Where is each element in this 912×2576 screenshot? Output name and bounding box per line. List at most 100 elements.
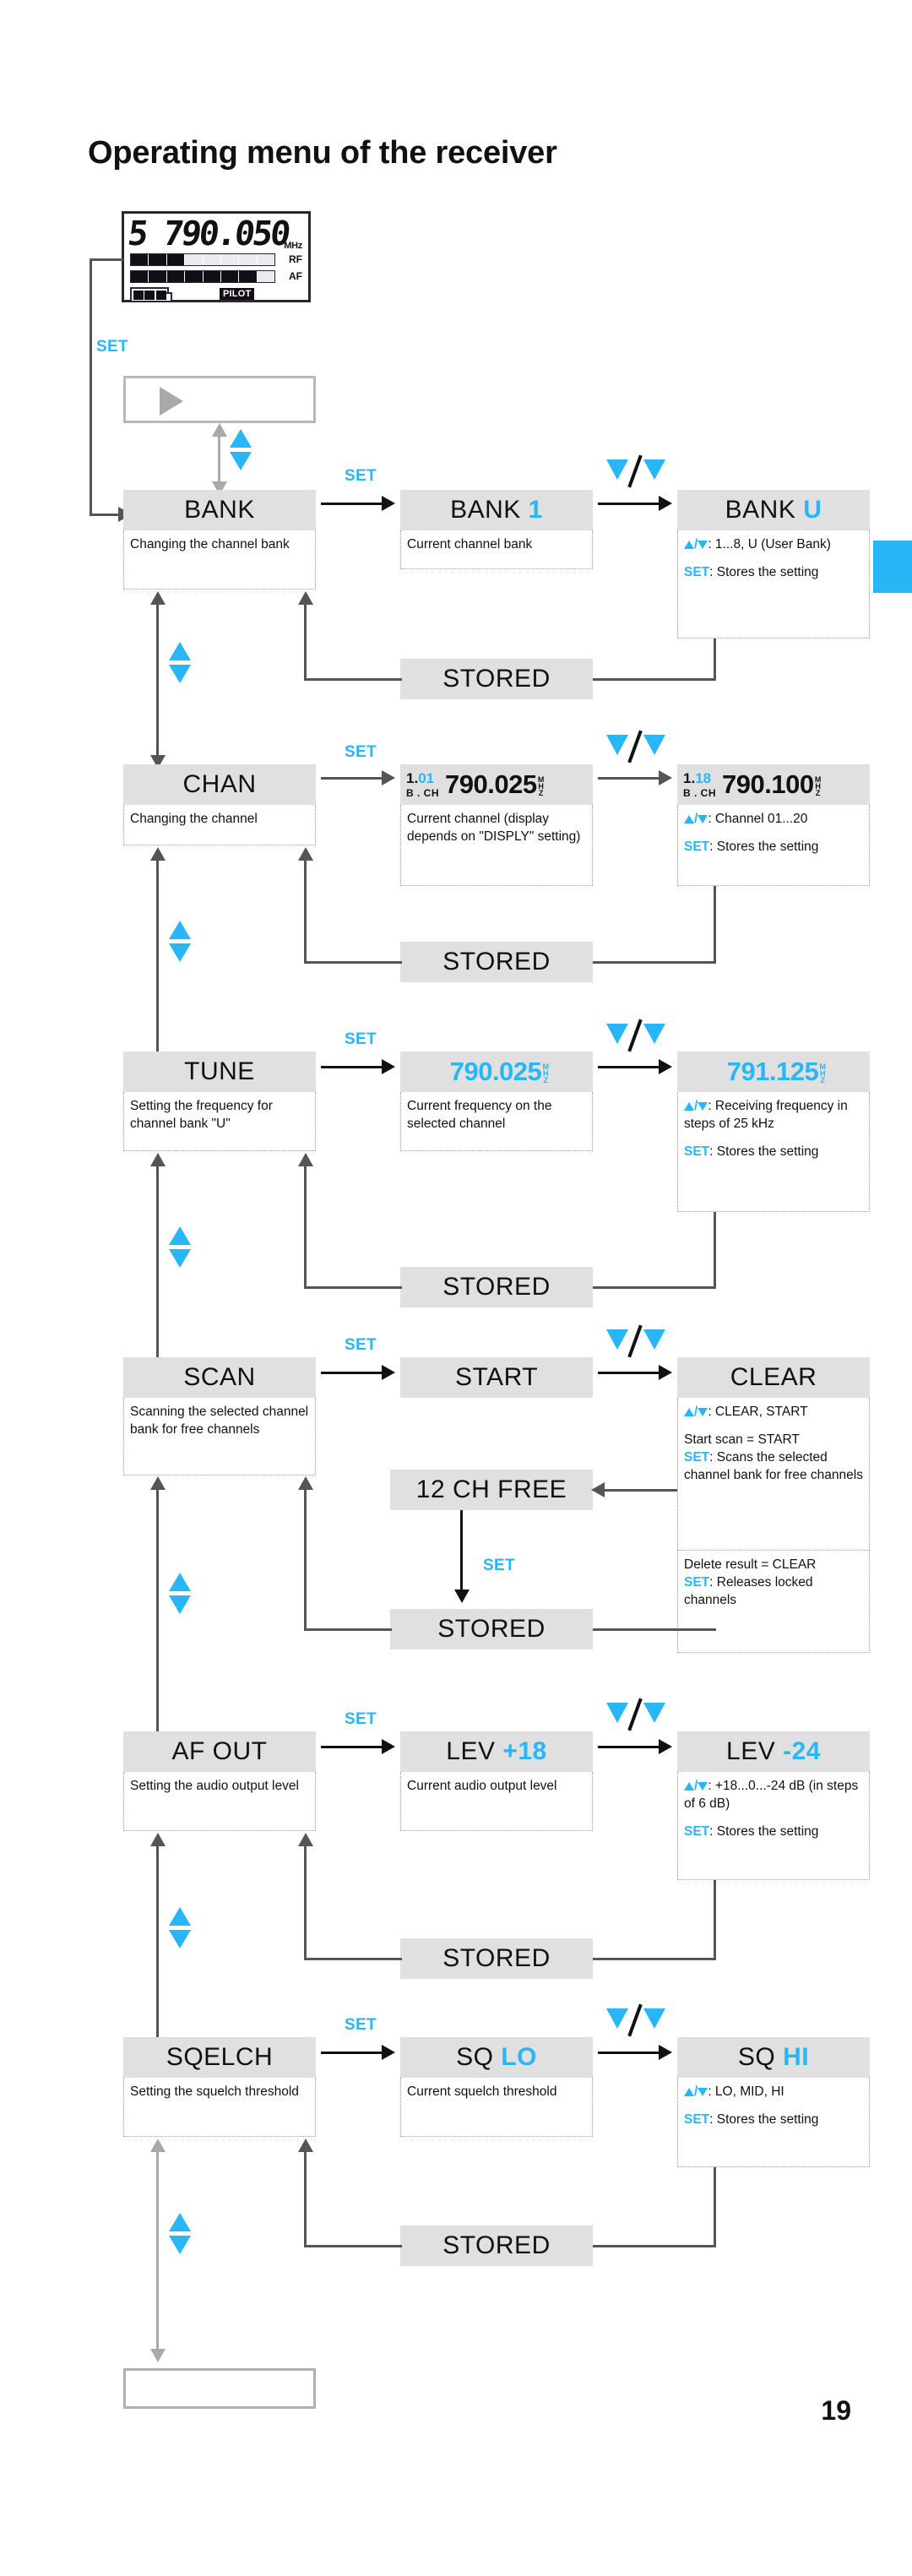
state-bank-stored[interactable]: STORED xyxy=(400,659,593,699)
tune-current-unit: MHZ xyxy=(541,1062,551,1083)
state-scan-stored[interactable]: STORED xyxy=(390,1609,593,1649)
state-afout-edit[interactable]: LEV -24 xyxy=(677,1731,870,1772)
state-chan[interactable]: CHAN xyxy=(123,764,316,805)
standby-display-box xyxy=(123,376,316,423)
nav-updown-keys-scan-afout xyxy=(169,1573,191,1614)
arrow-afoutcurrent-to-edit xyxy=(598,1746,662,1748)
triangle-down-icon xyxy=(698,815,708,823)
updown-slash-icon-scan xyxy=(606,1324,667,1358)
page-number: 19 xyxy=(821,2395,851,2426)
nav-arrow-up-sqelch xyxy=(150,2139,166,2152)
stored-bank-left-arrowhead xyxy=(298,591,313,605)
state-tune-edit[interactable]: 791.125 MHZ xyxy=(677,1052,870,1092)
desc-scan-clear-lower: Delete result = CLEAR SET: Releases locke… xyxy=(677,1550,870,1653)
desc-chan-current: Current channel (display depends on "DIS… xyxy=(400,805,593,886)
state-sqelch-stored[interactable]: STORED xyxy=(400,2225,593,2266)
chan-current-frequency: 790.025 xyxy=(445,769,537,799)
triangle-up-icon xyxy=(684,2088,694,2096)
page-title: Operating menu of the receiver xyxy=(88,135,557,171)
chan-current-unit: MHZ xyxy=(536,775,546,796)
af-bar-track xyxy=(130,270,275,283)
stored-tune-left-riser xyxy=(304,1163,307,1288)
stored-sqelch-left-riser xyxy=(304,2149,307,2247)
triangle-down-icon xyxy=(698,1782,708,1791)
afout-edit-set: SET: Stores the setting xyxy=(684,1824,819,1839)
triangle-up-icon xyxy=(684,1408,694,1416)
state-bank[interactable]: BANK xyxy=(123,490,316,530)
state-afout[interactable]: AF OUT xyxy=(123,1731,316,1772)
state-bank-edit[interactable]: BANK U xyxy=(677,490,870,530)
lcd-unit-mhz: MHz xyxy=(284,241,302,251)
nav-line-afout-sqelch xyxy=(156,1843,159,2050)
stored-sqelch-left-arrowhead xyxy=(298,2139,313,2152)
arrow-sqelchcurrent-to-edit xyxy=(598,2052,662,2054)
nav-line-chan-tune xyxy=(156,857,159,1064)
triangle-down-icon xyxy=(698,1408,708,1416)
state-scan-start[interactable]: START xyxy=(400,1357,593,1398)
arrowhead-sqelchcurrent-to-edit xyxy=(659,2045,672,2060)
rf-bar-track xyxy=(130,253,275,266)
state-tune-stored[interactable]: STORED xyxy=(400,1267,593,1307)
arrowhead-afoutcurrent-to-edit xyxy=(659,1739,672,1754)
nav-updown-keys-bank-chan xyxy=(169,642,191,683)
state-chan-current[interactable]: 1.01 B . CH 790.025 MHZ xyxy=(400,764,593,805)
play-triangle-icon xyxy=(160,387,183,416)
desc-afout-edit: /: +18...0...-24 dB (in steps of 6 dB) S… xyxy=(677,1772,870,1880)
receiver-lcd-display: 5 790.050 MHz RF AF PILOT xyxy=(122,211,311,302)
state-sqelch-edit[interactable]: SQ HI xyxy=(677,2037,870,2078)
state-afout-current[interactable]: LEV +18 xyxy=(400,1731,593,1772)
set-label-afout: SET xyxy=(345,1710,377,1728)
state-chan-edit[interactable]: 1.18 B . CH 790.100 MHZ xyxy=(677,764,870,805)
arrow-scanstart-to-clear xyxy=(598,1372,662,1374)
stored-chan-right-riser xyxy=(714,886,716,964)
stored-bank-left-line xyxy=(304,678,402,681)
arrow-tunecurrent-to-edit xyxy=(598,1066,662,1068)
stored-bank-right-line xyxy=(593,678,716,681)
manual-page: Operating menu of the receiver 5 790.050… xyxy=(0,0,912,2576)
tune-edit-frequency: 791.125 xyxy=(726,1057,819,1086)
stored-scan-left-line xyxy=(304,1628,392,1631)
desc-afout-current: Current audio output level xyxy=(400,1772,593,1831)
state-scan[interactable]: SCAN xyxy=(123,1357,316,1398)
stored-scan-left-arrowhead xyxy=(298,1476,313,1490)
state-scan-clear[interactable]: CLEAR xyxy=(677,1357,870,1398)
arrowhead-sqelch-to-current xyxy=(382,2045,395,2060)
desc-afout: Setting the audio output level xyxy=(123,1772,316,1831)
nav-updown-keys-sqelch-exit xyxy=(169,2213,191,2254)
updown-slash-icon-bank xyxy=(606,454,667,488)
pilot-badge: PILOT xyxy=(220,288,255,300)
nav-updown-keys-chan-tune xyxy=(169,921,191,962)
trunk-vertical-line xyxy=(90,258,92,516)
battery-icon xyxy=(130,287,172,302)
stored-chan-left-arrowhead xyxy=(298,847,313,861)
trunk-top-connector xyxy=(90,258,123,261)
tune-edit-set: SET: Stores the setting xyxy=(684,1144,819,1159)
state-bank-current[interactable]: BANK 1 xyxy=(400,490,593,530)
arrow-tune-to-current xyxy=(321,1066,385,1068)
scan-start-help: Start scan = START SET: Scans the selecte… xyxy=(684,1432,863,1482)
nav-line-bank-chan xyxy=(156,601,159,762)
arrowhead-scanstart-to-clear xyxy=(659,1365,672,1380)
state-tune[interactable]: TUNE xyxy=(123,1052,316,1092)
nav-arrow-up-chan xyxy=(150,847,166,861)
desc-tune-current: Current frequency on the selected channe… xyxy=(400,1092,593,1151)
stored-chan-left-line xyxy=(304,961,402,964)
stored-tune-left-arrowhead xyxy=(298,1153,313,1166)
stored-afout-left-line xyxy=(304,1958,402,1960)
set-label-chan: SET xyxy=(345,743,377,761)
updown-slash-icon-sqelch xyxy=(606,2003,667,2037)
state-sqelch[interactable]: SQELCH xyxy=(123,2037,316,2078)
stored-afout-left-riser xyxy=(304,1843,307,1960)
triangle-up-icon xyxy=(684,815,694,823)
stored-scan-right-line xyxy=(593,1628,716,1631)
lcd-frequency-row: 5 790.050 MHz xyxy=(126,215,304,253)
state-sqelch-current[interactable]: SQ LO xyxy=(400,2037,593,2078)
desc-sqelch: Setting the squelch threshold xyxy=(123,2078,316,2137)
stored-chan-right-line xyxy=(593,961,716,964)
rf-label: RF xyxy=(289,253,302,265)
state-chan-stored[interactable]: STORED xyxy=(400,942,593,982)
state-tune-current[interactable]: 790.025 MHZ xyxy=(400,1052,593,1092)
state-scan-result[interactable]: 12 CH FREE xyxy=(390,1470,593,1510)
arrowhead-bank-to-current xyxy=(382,496,395,511)
state-afout-stored[interactable]: STORED xyxy=(400,1938,593,1979)
